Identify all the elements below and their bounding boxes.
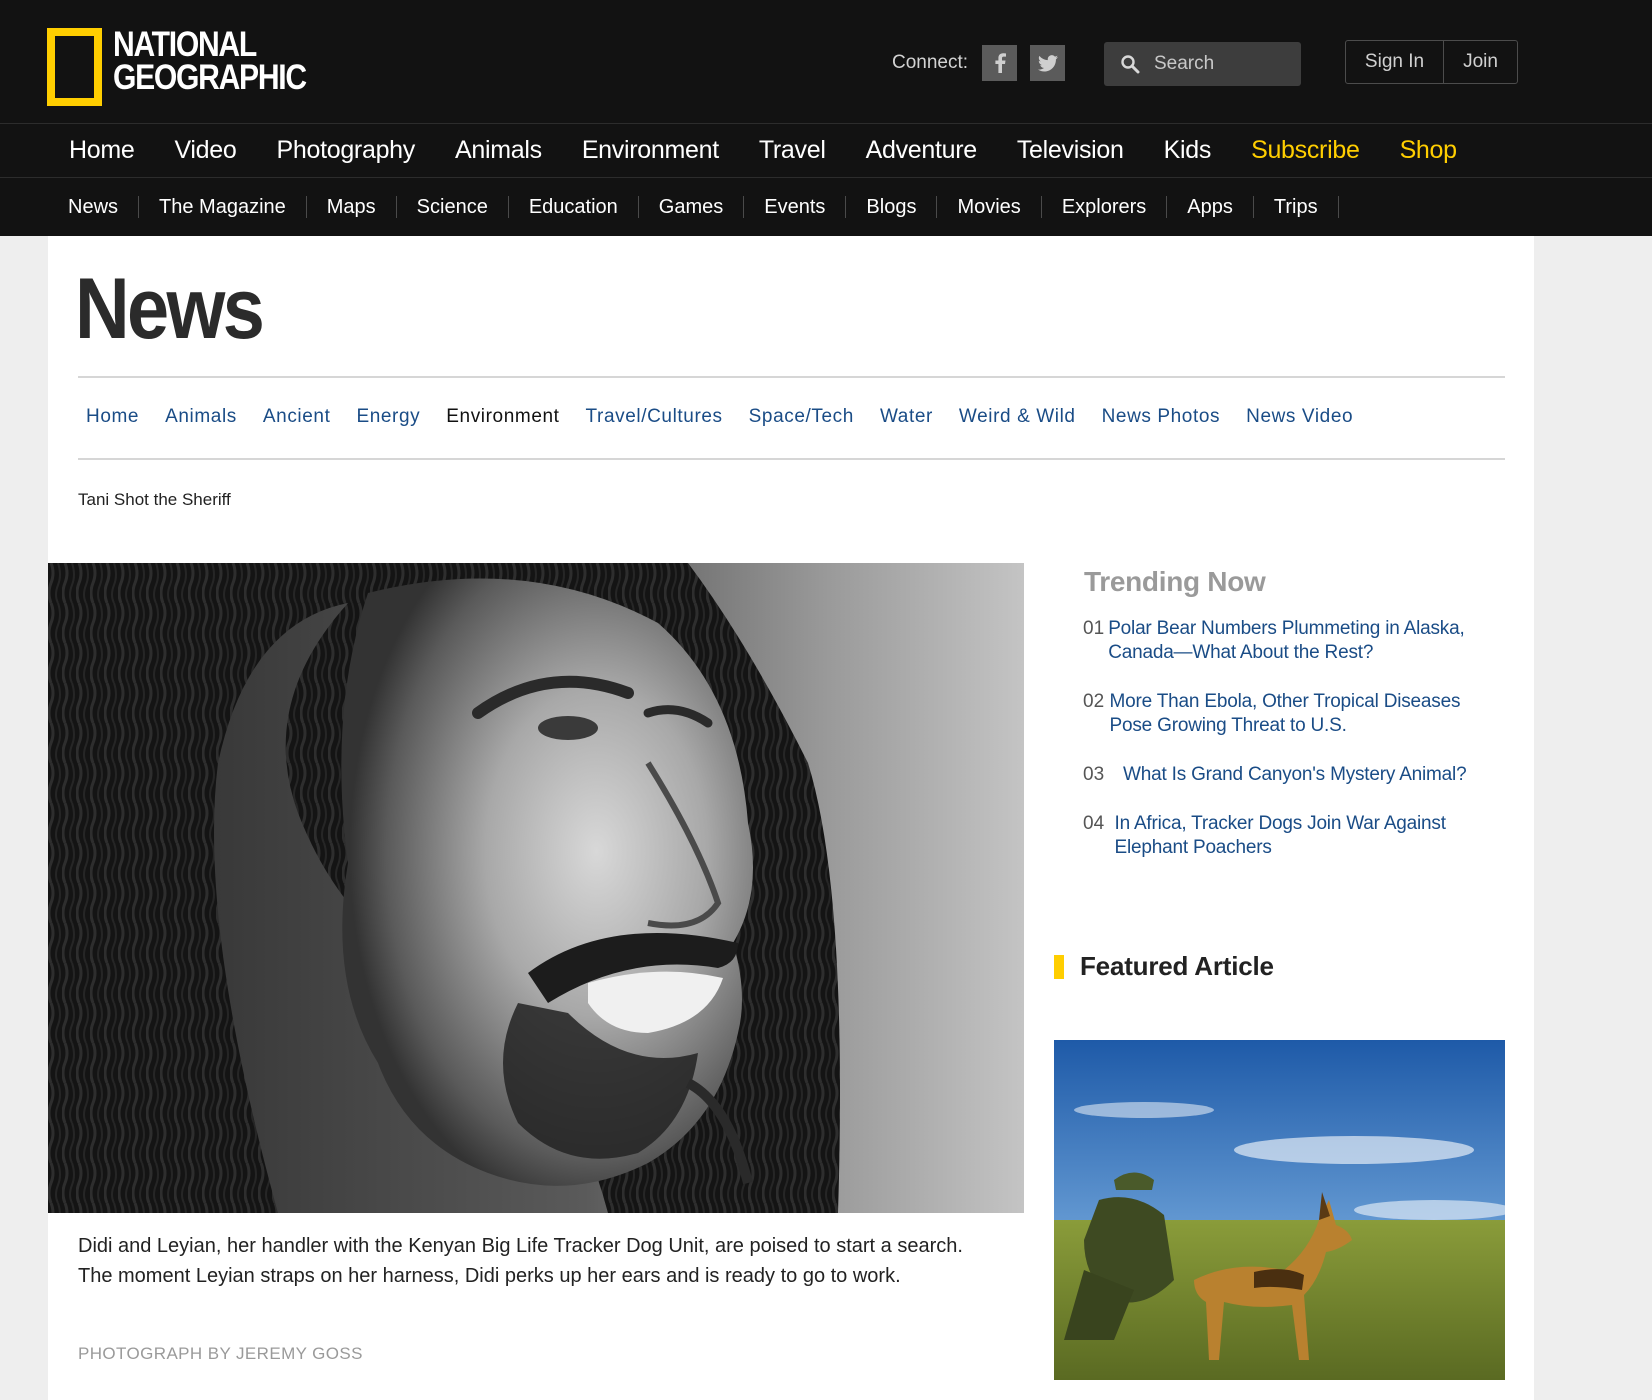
main-nav-kids[interactable]: Kids xyxy=(1164,136,1212,164)
sub-nav-science[interactable]: Science xyxy=(417,196,488,219)
search-icon[interactable] xyxy=(1120,54,1140,74)
search-box xyxy=(1104,42,1301,86)
section-nav-animals[interactable]: Animals xyxy=(165,406,237,427)
natgeo-logo[interactable]: NATIONAL GEOGRAPHIC xyxy=(47,25,337,106)
sub-nav-news[interactable]: News xyxy=(68,196,118,219)
sub-nav-events[interactable]: Events xyxy=(764,196,825,219)
featured-article-image[interactable] xyxy=(1054,1040,1505,1380)
hero-photo xyxy=(48,563,1024,1213)
sub-nav-divider xyxy=(1166,196,1168,218)
trending-item: 01 Polar Bear Numbers Plummeting in Alas… xyxy=(1083,617,1503,665)
sub-nav-magazine[interactable]: The Magazine xyxy=(159,196,286,219)
section-nav-news-video[interactable]: News Video xyxy=(1246,406,1353,427)
trending-item: 02 More Than Ebola, Other Tropical Disea… xyxy=(1083,690,1503,738)
section-nav-energy[interactable]: Energy xyxy=(356,406,420,427)
featured-accent-bar xyxy=(1054,954,1064,979)
logo-line-1: NATIONAL xyxy=(113,25,257,64)
sub-nav-blogs[interactable]: Blogs xyxy=(866,196,916,219)
main-nav-environment[interactable]: Environment xyxy=(582,136,719,164)
section-nav-news-photos[interactable]: News Photos xyxy=(1102,406,1221,427)
sub-nav-divider xyxy=(1252,196,1254,218)
sub-nav-divider xyxy=(305,196,307,218)
sub-nav-apps[interactable]: Apps xyxy=(1187,196,1233,219)
join-button[interactable]: Join xyxy=(1444,41,1517,83)
article-kicker: Tani Shot the Sheriff xyxy=(78,490,231,509)
section-nav-travel-cultures[interactable]: Travel/Cultures xyxy=(586,406,723,427)
sub-nav-explorers[interactable]: Explorers xyxy=(1062,196,1146,219)
trending-number: 04 xyxy=(1083,813,1105,834)
main-nav-photography[interactable]: Photography xyxy=(277,136,416,164)
photo-credit: PHOTOGRAPH BY JEREMY GOSS xyxy=(78,1344,363,1363)
sub-nav-maps[interactable]: Maps xyxy=(327,196,376,219)
content-card: News Home Animals Ancient Energy Environ… xyxy=(48,236,1534,1400)
section-nav-ancient[interactable]: Ancient xyxy=(263,406,331,427)
section-nav-home[interactable]: Home xyxy=(86,406,139,427)
sign-in-button[interactable]: Sign In xyxy=(1346,41,1444,83)
trending-item: 03 What Is Grand Canyon's Mystery Animal… xyxy=(1083,763,1503,787)
section-nav-environment[interactable]: Environment xyxy=(446,406,559,427)
sub-nav-trips[interactable]: Trips xyxy=(1274,196,1318,219)
section-nav-water[interactable]: Water xyxy=(880,406,933,427)
section-nav-weird-wild[interactable]: Weird & Wild xyxy=(959,406,1076,427)
trending-link[interactable]: More Than Ebola, Other Tropical Diseases… xyxy=(1110,690,1503,738)
main-nav-animals[interactable]: Animals xyxy=(455,136,542,164)
sub-nav-movies[interactable]: Movies xyxy=(957,196,1020,219)
sub-nav-divider xyxy=(138,196,140,218)
sub-nav-divider xyxy=(637,196,639,218)
connect-label: Connect: xyxy=(892,52,969,73)
sub-nav-education[interactable]: Education xyxy=(529,196,618,219)
search-input[interactable] xyxy=(1154,53,1294,75)
main-nav-shop[interactable]: Shop xyxy=(1400,136,1457,164)
featured-title: Featured Article xyxy=(1080,951,1274,981)
twitter-icon[interactable] xyxy=(1030,45,1065,81)
sub-nav: News The Magazine Maps Science Education… xyxy=(0,178,1652,236)
sub-nav-divider xyxy=(1337,196,1339,218)
section-nav-space-tech[interactable]: Space/Tech xyxy=(749,406,854,427)
photo-caption: Didi and Leyian, her handler with the Ke… xyxy=(78,1235,963,1287)
featured-header: Featured Article xyxy=(1054,951,1274,982)
trending-link[interactable]: Polar Bear Numbers Plummeting in Alaska,… xyxy=(1108,617,1503,665)
sub-nav-divider xyxy=(1040,196,1042,218)
trending-number: 01 xyxy=(1083,618,1105,639)
divider xyxy=(78,376,1505,378)
trending-number: 02 xyxy=(1083,691,1105,712)
divider xyxy=(78,458,1505,460)
trending-title: Trending Now xyxy=(1084,566,1266,597)
facebook-icon[interactable] xyxy=(982,45,1017,81)
main-nav-adventure[interactable]: Adventure xyxy=(866,136,978,164)
main-nav-home[interactable]: Home xyxy=(69,136,135,164)
sub-nav-divider xyxy=(936,196,938,218)
trending-link[interactable]: In Africa, Tracker Dogs Join War Against… xyxy=(1114,812,1503,860)
sub-nav-divider xyxy=(845,196,847,218)
trending-number: 03 xyxy=(1083,764,1105,785)
sub-nav-divider xyxy=(395,196,397,218)
logo-yellow-border-icon xyxy=(47,28,102,106)
main-nav-subscribe[interactable]: Subscribe xyxy=(1251,136,1360,164)
main-nav-video[interactable]: Video xyxy=(175,136,237,164)
sub-nav-games[interactable]: Games xyxy=(659,196,723,219)
trending-list: 01 Polar Bear Numbers Plummeting in Alas… xyxy=(1083,617,1503,885)
site-header: NATIONAL GEOGRAPHIC Connect: Sign In Joi… xyxy=(0,0,1652,123)
trending-item: 04 In Africa, Tracker Dogs Join War Agai… xyxy=(1083,812,1503,860)
trending-link[interactable]: What Is Grand Canyon's Mystery Animal? xyxy=(1123,763,1467,787)
sub-nav-divider xyxy=(743,196,745,218)
main-nav-travel[interactable]: Travel xyxy=(759,136,826,164)
section-nav: Home Animals Ancient Energy Environment … xyxy=(86,406,1379,428)
auth-group: Sign In Join xyxy=(1345,40,1518,84)
main-nav: Home Video Photography Animals Environme… xyxy=(0,123,1652,178)
section-title: News xyxy=(75,261,265,357)
main-nav-television[interactable]: Television xyxy=(1017,136,1124,164)
sub-nav-divider xyxy=(507,196,509,218)
logo-line-2: GEOGRAPHIC xyxy=(113,58,307,97)
